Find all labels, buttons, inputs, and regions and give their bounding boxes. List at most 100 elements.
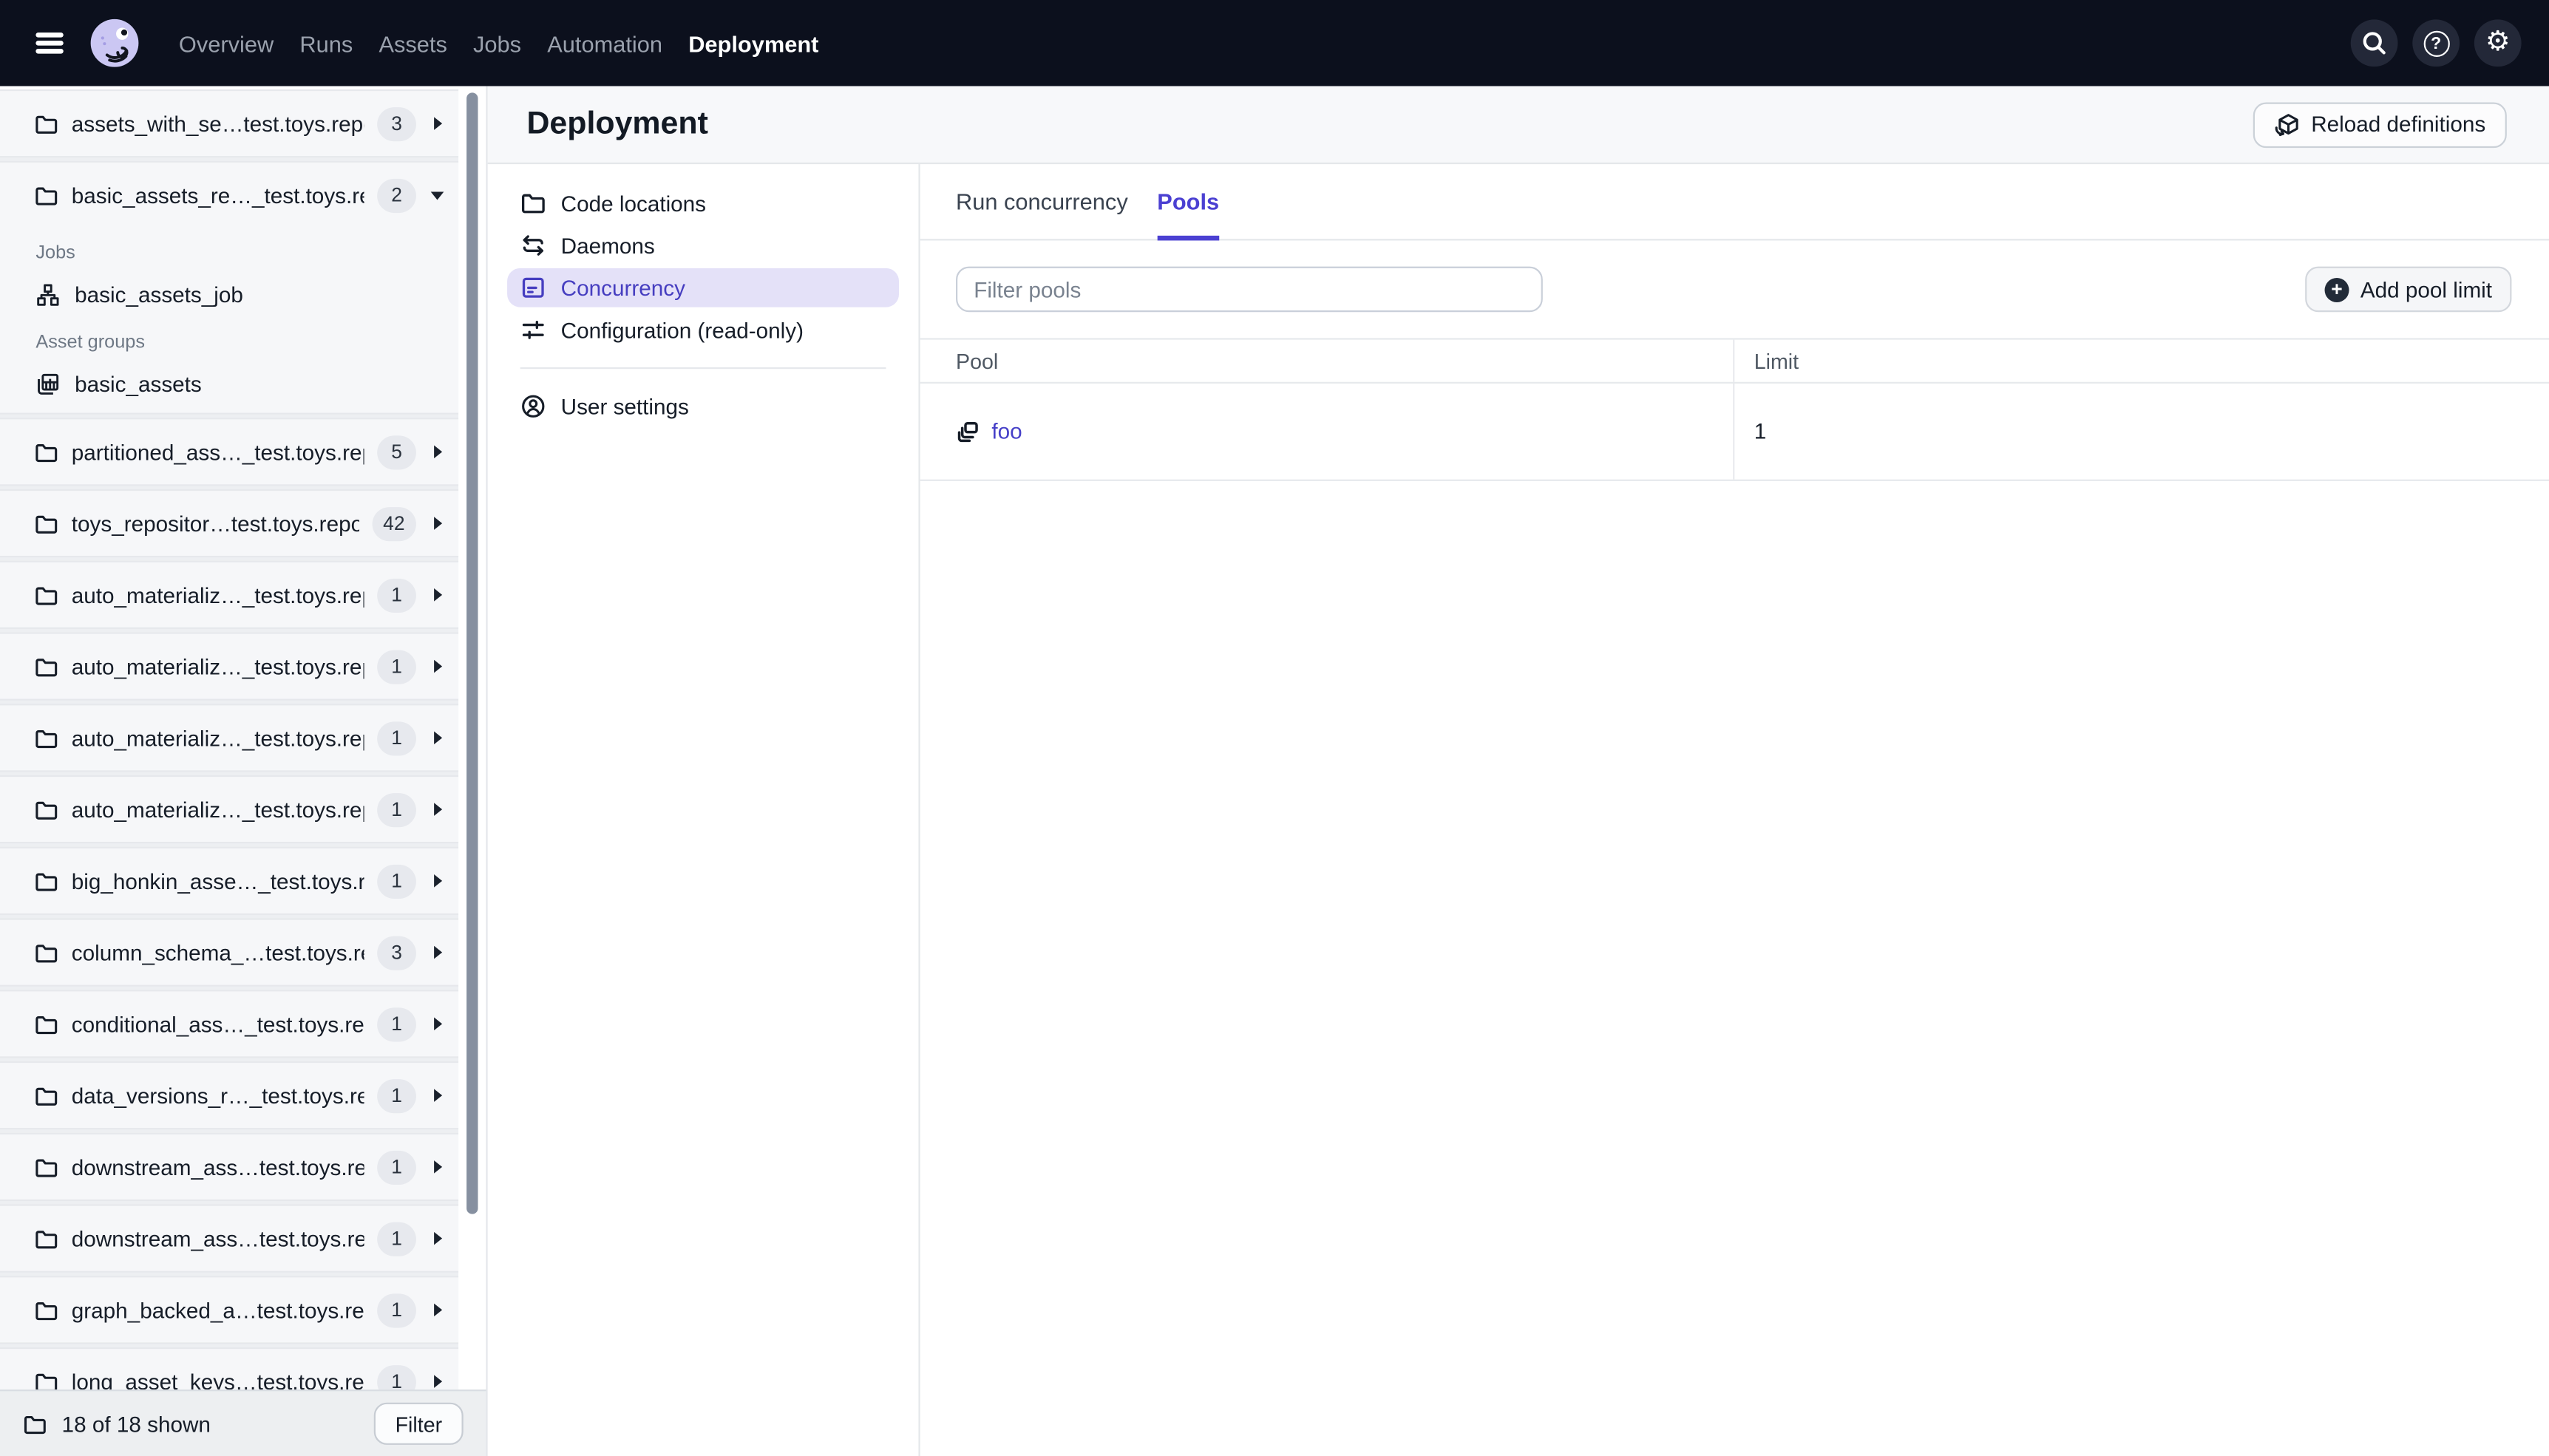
sliders-icon bbox=[520, 317, 546, 343]
nav-item-jobs[interactable]: Jobs bbox=[473, 30, 521, 56]
tab-run-concurrency[interactable]: Run concurrency bbox=[956, 164, 1128, 239]
caret-right-icon bbox=[433, 1089, 442, 1102]
nav-item-overview[interactable]: Overview bbox=[179, 30, 274, 56]
help-button[interactable]: ? bbox=[2412, 19, 2460, 67]
repo-section: auto_materializ…_test.toys.repo 1 bbox=[0, 632, 459, 701]
caret-right-icon bbox=[433, 1017, 442, 1031]
expand-caret-button[interactable] bbox=[416, 1231, 458, 1245]
expand-caret-button[interactable] bbox=[416, 874, 458, 888]
sidebar-item-asset-group[interactable]: basic_assets bbox=[35, 367, 458, 400]
repo-row[interactable]: auto_materializ…_test.toys.repo 1 bbox=[0, 777, 458, 842]
caret-right-icon bbox=[433, 445, 442, 459]
repo-section: auto_materializ…_test.toys.repo 1 bbox=[0, 560, 459, 630]
folder-icon bbox=[520, 190, 546, 216]
search-button[interactable] bbox=[2350, 19, 2398, 67]
caret-right-icon bbox=[433, 874, 442, 888]
folder-icon bbox=[34, 1370, 58, 1389]
repo-name: data_versions_r…_test.toys.rep bbox=[71, 1083, 364, 1108]
settings-button[interactable]: ⚙ bbox=[2474, 19, 2522, 67]
expand-caret-button[interactable] bbox=[416, 803, 458, 816]
pools-table-header: Pool Limit bbox=[920, 339, 2549, 384]
asset-group-name: basic_assets bbox=[75, 371, 202, 396]
sidebar-item-job[interactable]: basic_assets_job bbox=[35, 278, 458, 310]
deployment-settings-nav: Code locations Daemons Concurrency Confi… bbox=[488, 164, 920, 1456]
expand-caret-button[interactable] bbox=[416, 1303, 458, 1317]
repo-row[interactable]: auto_materializ…_test.toys.repo 1 bbox=[0, 634, 458, 699]
nav-item-concurrency[interactable]: Concurrency bbox=[507, 268, 900, 307]
concurrency-tab-area: Run concurrency Pools + Add pool limit P… bbox=[920, 164, 2549, 1456]
repo-row[interactable]: downstream_ass…test.toys.rep 1 bbox=[0, 1206, 458, 1271]
nav-item-deployment[interactable]: Deployment bbox=[688, 30, 818, 56]
folder-icon bbox=[34, 868, 58, 893]
nav-item-automation[interactable]: Automation bbox=[547, 30, 662, 56]
dagster-app: Overview Runs Assets Jobs Automation Dep… bbox=[0, 0, 2549, 1456]
expand-caret-button[interactable] bbox=[416, 517, 458, 530]
repo-row[interactable]: toys_repositor…test.toys.repo 42 bbox=[0, 491, 458, 556]
expand-caret-button[interactable] bbox=[416, 659, 458, 673]
folder-icon bbox=[34, 1012, 58, 1036]
pools-toolbar: + Add pool limit bbox=[956, 266, 2512, 313]
repo-row[interactable]: partitioned_ass…_test.toys.rep 5 bbox=[0, 419, 458, 484]
repo-count-badge: 5 bbox=[377, 435, 416, 469]
repo-row[interactable]: auto_materializ…_test.toys.repo 1 bbox=[0, 562, 458, 627]
expand-caret-button[interactable] bbox=[416, 1089, 458, 1102]
sidebar-scrollbar-thumb[interactable] bbox=[466, 92, 478, 1214]
caret-right-icon bbox=[433, 1160, 442, 1174]
expand-caret-button[interactable] bbox=[416, 1375, 458, 1388]
repo-row[interactable]: long_asset_keys…test.toys.rep 1 bbox=[0, 1349, 458, 1390]
repo-list: assets_with_se…test.toys.repo 3 basic_as… bbox=[0, 89, 459, 1390]
repo-section: downstream_ass…test.toys.rep 1 bbox=[0, 1204, 459, 1273]
repo-count-badge: 2 bbox=[377, 177, 416, 212]
caret-right-icon bbox=[433, 517, 442, 530]
add-pool-limit-button[interactable]: + Add pool limit bbox=[2305, 266, 2512, 313]
pool-cell: foo bbox=[920, 383, 1735, 480]
expand-caret-button[interactable] bbox=[416, 1160, 458, 1174]
nav-item-code-locations[interactable]: Code locations bbox=[507, 183, 899, 222]
repo-row[interactable]: data_versions_r…_test.toys.rep 1 bbox=[0, 1063, 458, 1128]
repo-row[interactable]: column_schema_…test.toys.rep 3 bbox=[0, 920, 458, 985]
pool-link[interactable]: foo bbox=[991, 419, 1022, 443]
nav-item-user-settings[interactable]: User settings bbox=[507, 387, 899, 426]
expand-caret-button[interactable] bbox=[416, 588, 458, 602]
nav-item-assets[interactable]: Assets bbox=[379, 30, 447, 56]
nav-item-configuration[interactable]: Configuration (read-only) bbox=[507, 310, 899, 350]
main-content: Deployment Reload definitions Code locat… bbox=[487, 86, 2549, 1456]
caret-right-icon bbox=[433, 588, 442, 602]
repo-row[interactable]: downstream_ass…test.toys.rep 1 bbox=[0, 1134, 458, 1200]
repo-name: conditional_ass…_test.toys.repo bbox=[71, 1011, 364, 1036]
code-location-sidebar: assets_with_se…test.toys.repo 3 basic_as… bbox=[0, 86, 488, 1456]
folder-icon bbox=[23, 1412, 47, 1436]
filter-pools-input[interactable] bbox=[956, 266, 1543, 313]
hamburger-menu-icon[interactable] bbox=[35, 32, 64, 54]
tab-pools[interactable]: Pools bbox=[1157, 164, 1220, 241]
expand-caret-button[interactable] bbox=[416, 1017, 458, 1031]
repo-row[interactable]: graph_backed_a…test.toys.repo 1 bbox=[0, 1277, 458, 1342]
repo-row[interactable]: big_honkin_asse…_test.toys.rep 1 bbox=[0, 848, 458, 914]
repo-row[interactable]: basic_assets_re…_test.toys.rep 2 bbox=[0, 163, 458, 228]
repo-row[interactable]: conditional_ass…_test.toys.repo 1 bbox=[0, 991, 458, 1056]
caret-right-icon bbox=[433, 1375, 442, 1388]
nav-item-runs[interactable]: Runs bbox=[299, 30, 353, 56]
expand-caret-button[interactable] bbox=[416, 731, 458, 745]
asset-groups-section-header: Asset groups bbox=[35, 332, 145, 353]
repo-name: basic_assets_re…_test.toys.rep bbox=[71, 183, 364, 208]
repo-name: auto_materializ…_test.toys.repo bbox=[71, 725, 364, 750]
sidebar-filter-button[interactable]: Filter bbox=[374, 1402, 464, 1445]
expand-caret-button[interactable] bbox=[416, 117, 458, 130]
repo-count-badge: 1 bbox=[377, 1078, 416, 1113]
caret-down-icon bbox=[430, 191, 444, 200]
repo-section: column_schema_…test.toys.rep 3 bbox=[0, 918, 459, 987]
folder-icon bbox=[34, 1084, 58, 1108]
expand-caret-button[interactable] bbox=[416, 445, 458, 459]
repo-row[interactable]: auto_materializ…_test.toys.repo 1 bbox=[0, 705, 458, 770]
caret-right-icon bbox=[433, 731, 442, 745]
reload-definitions-button[interactable]: Reload definitions bbox=[2253, 101, 2507, 148]
repo-count-badge: 1 bbox=[377, 1293, 416, 1327]
nav-item-daemons[interactable]: Daemons bbox=[507, 226, 899, 265]
dagster-logo-icon[interactable] bbox=[89, 18, 140, 68]
folder-icon bbox=[34, 1226, 58, 1251]
repo-section: partitioned_ass…_test.toys.rep 5 bbox=[0, 418, 459, 486]
expand-caret-button[interactable] bbox=[416, 945, 458, 959]
repo-row[interactable]: assets_with_se…test.toys.repo 3 bbox=[0, 91, 458, 156]
collapse-caret-button[interactable] bbox=[416, 191, 458, 200]
